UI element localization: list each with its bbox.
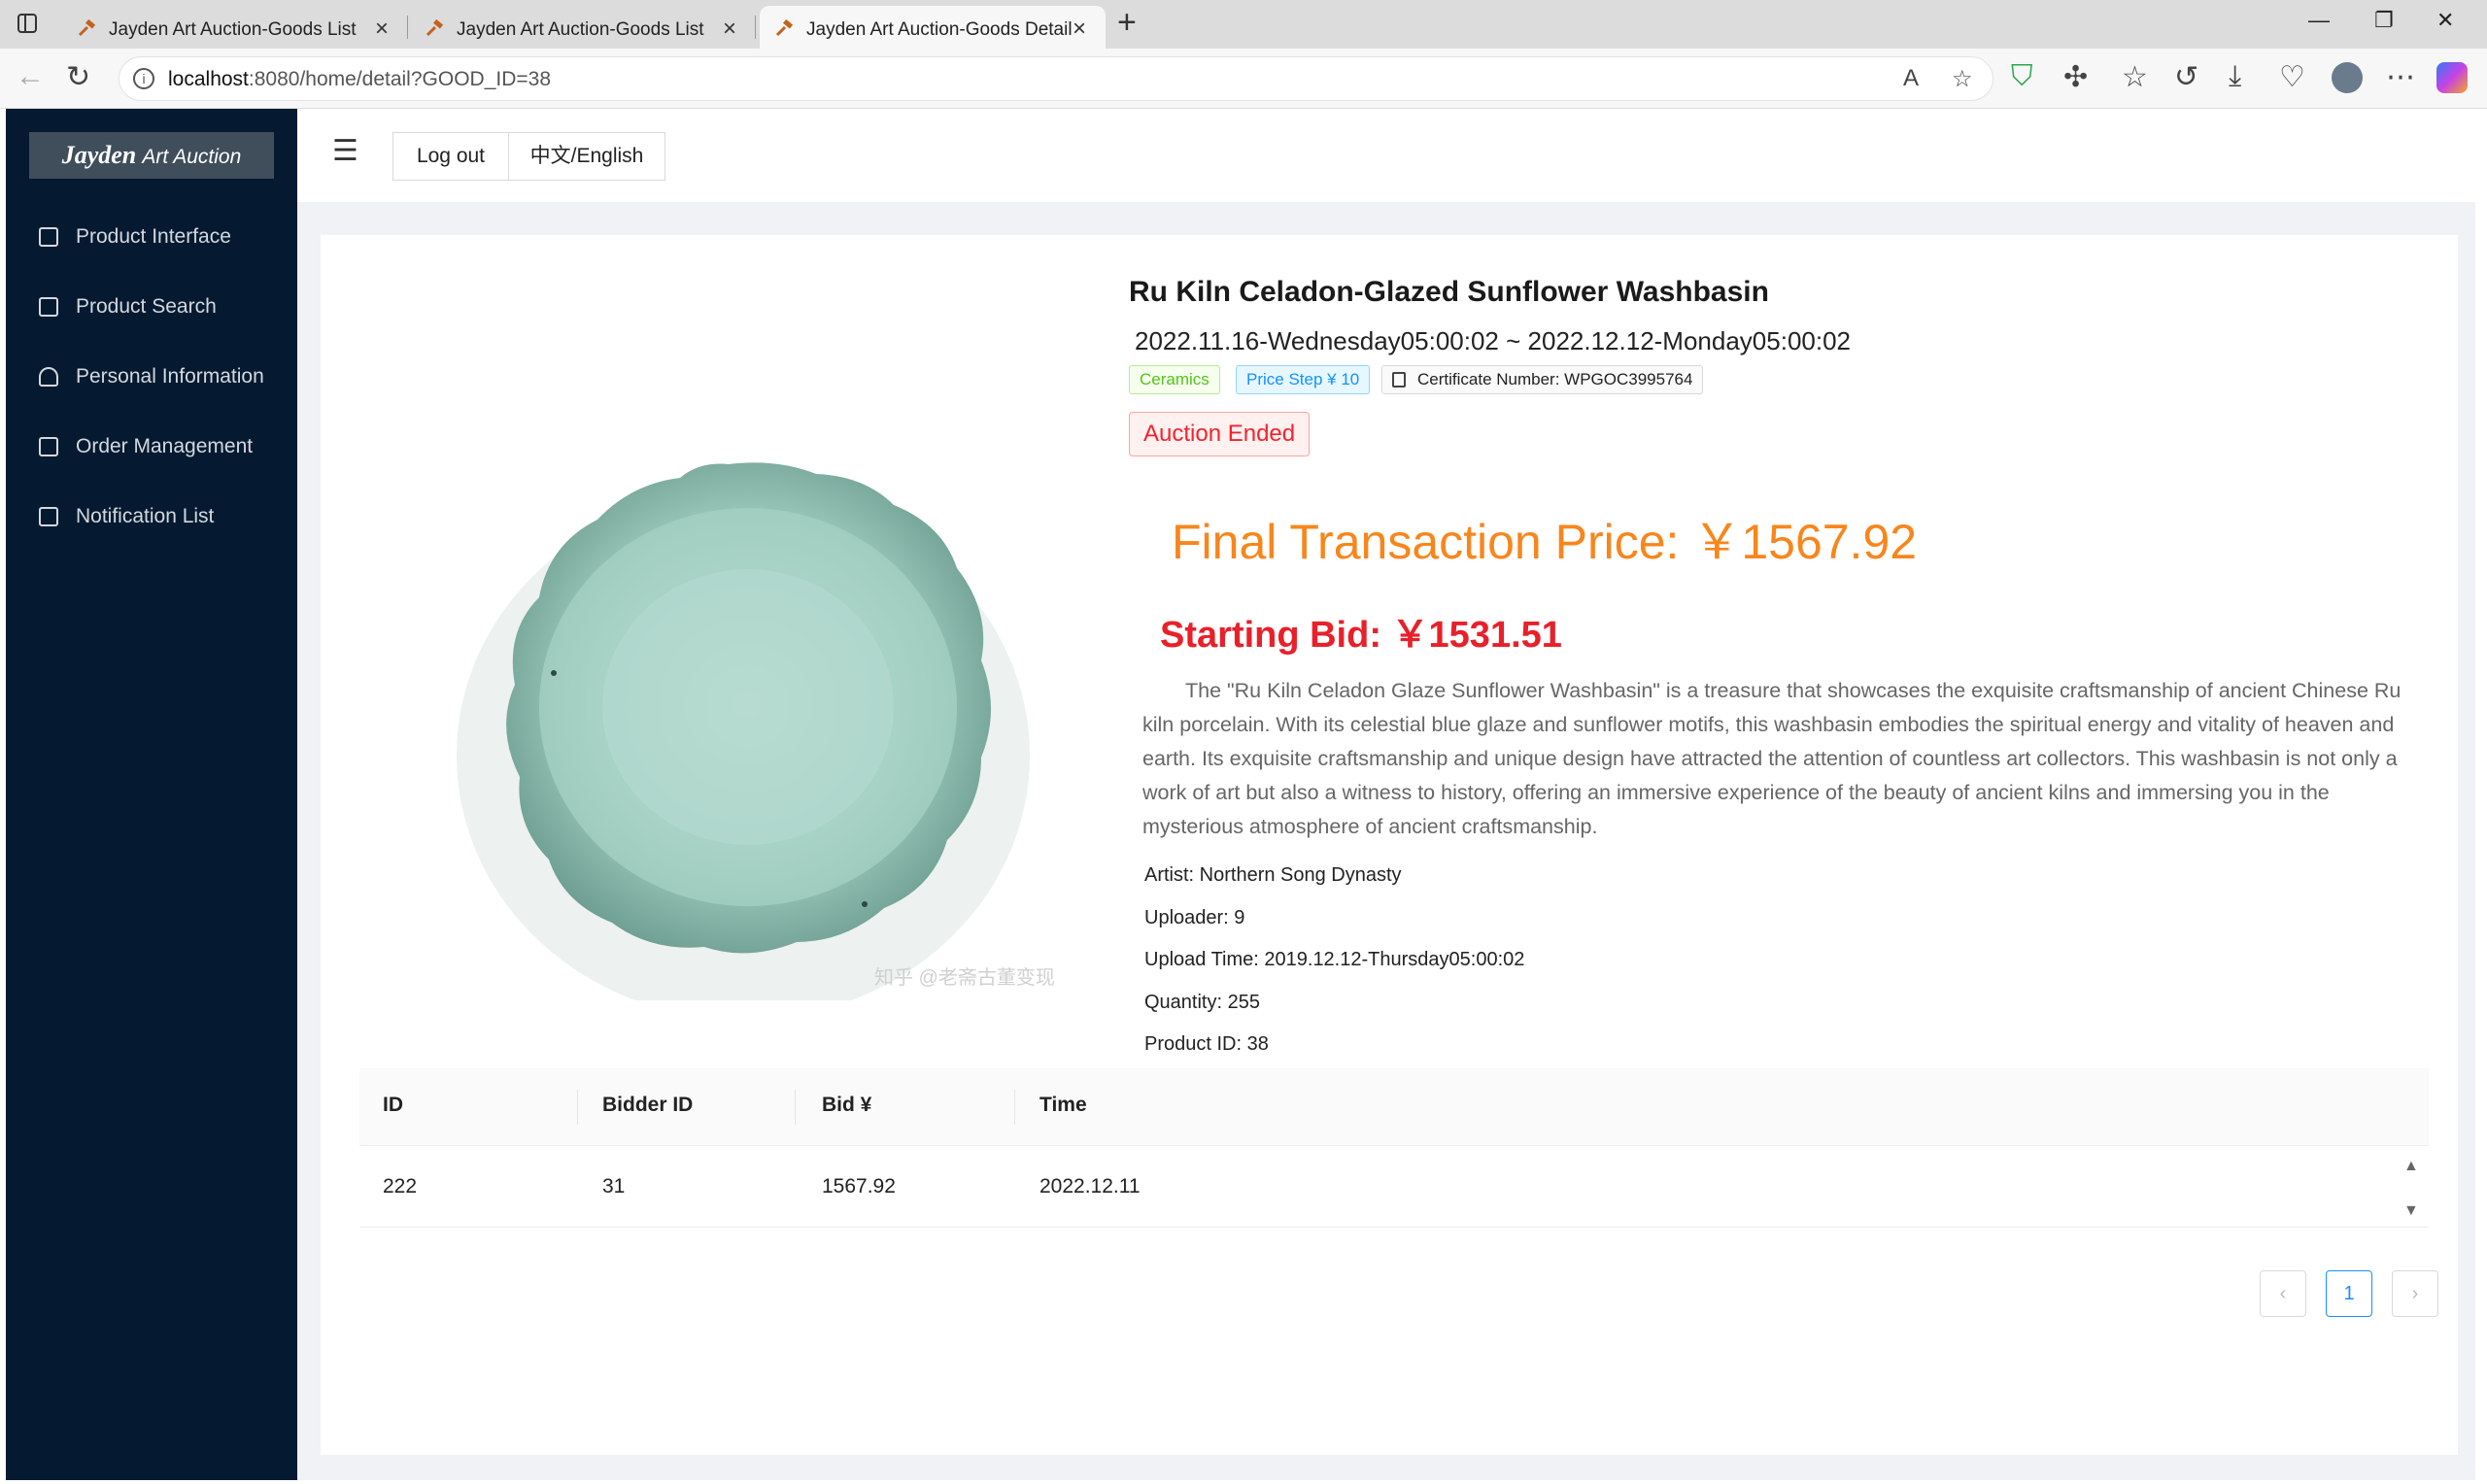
table-row[interactable]: 222 31 1567.92 2022.12.11 — [359, 1146, 2429, 1228]
browser-tab[interactable]: Jayden Art Auction-Goods List × — [410, 6, 756, 49]
final-transaction-price: Final Transaction Price: ￥1567.92 — [1172, 515, 1918, 569]
cell-bidder-id: 31 — [602, 1175, 626, 1197]
auction-status-badge: Auction Ended — [1129, 412, 1311, 456]
close-tab-icon[interactable]: × — [1073, 16, 1086, 43]
column-divider — [795, 1090, 796, 1125]
sidebar-item-label: Product Interface — [76, 225, 231, 248]
order-doc-icon — [39, 437, 58, 456]
user-icon — [39, 367, 58, 387]
notification-doc-icon — [39, 507, 58, 526]
page-1-button[interactable]: 1 — [2326, 1270, 2372, 1317]
uploader-field: Uploader: 9 — [1144, 907, 1245, 928]
app-logo[interactable]: Jayden Art Auction — [29, 132, 274, 179]
close-window-icon[interactable]: ✕ — [2436, 8, 2454, 33]
tab-title: Jayden Art Auction-Goods List — [109, 19, 357, 40]
sidebar-item-product-search[interactable]: Product Search — [6, 278, 297, 336]
product-id-field: Product ID: 38 — [1144, 1033, 1269, 1055]
image-watermark: 知乎 @老斋古董变现 — [874, 967, 1055, 989]
price-step-tag: Price Step ¥ 10 — [1236, 365, 1371, 394]
gavel-icon — [426, 19, 444, 37]
product-description: The "Ru Kiln Celadon Glaze Sunflower Was… — [1142, 679, 2402, 838]
close-tab-icon[interactable]: × — [375, 16, 389, 43]
sidebar-item-label: Product Search — [76, 295, 217, 318]
sidebar-item-label: Notification List — [76, 505, 215, 527]
profile-avatar[interactable] — [2332, 62, 2363, 93]
category-tag: Ceramics — [1129, 365, 1220, 394]
browser-tab-active[interactable]: Jayden Art Auction-Goods Detail × — [760, 6, 1106, 49]
artist-field: Artist: Northern Song Dynasty — [1144, 864, 1402, 886]
copilot-icon[interactable] — [2436, 62, 2468, 93]
shield-icon[interactable]: ⛉ — [2011, 60, 2033, 93]
sidebar: Jayden Art Auction Product Interface Pro… — [6, 109, 297, 1480]
sidebar-item-product-interface[interactable]: Product Interface — [6, 208, 297, 266]
gavel-icon — [775, 19, 794, 37]
restore-icon[interactable]: ❐ — [2374, 8, 2394, 33]
cell-time: 2022.12.11 — [1039, 1175, 1141, 1197]
minimize-icon[interactable]: — — [2308, 8, 2330, 33]
logo-brand: Jayden — [61, 141, 137, 169]
logo-text: Art Auction — [142, 146, 242, 168]
tab-title: Jayden Art Auction-Goods Detail — [806, 19, 1073, 40]
app-root: Jayden Art Auction Product Interface Pro… — [6, 109, 2475, 1480]
browser-tab-bar: Jayden Art Auction-Goods List × Jayden A… — [0, 0, 2487, 49]
scroll-down-arrow-icon[interactable]: ▼ — [2403, 1202, 2419, 1220]
table-header: ID Bidder ID Bid ¥ Time — [359, 1068, 2429, 1146]
celadon-washbasin-image — [457, 462, 1030, 1000]
next-page-button[interactable]: › — [2392, 1270, 2438, 1317]
search-doc-icon — [39, 297, 58, 317]
new-tab-icon[interactable]: + — [1117, 4, 1137, 42]
tab-title: Jayden Art Auction-Goods List — [457, 19, 704, 40]
downloads-icon[interactable]: ⤓ — [2229, 60, 2241, 93]
sidebar-item-label: Order Management — [76, 435, 254, 457]
certificate-icon — [1392, 372, 1406, 388]
product-detail-card: 知乎 @老斋古董变现 Ru Kiln Celadon-Glazed Sunflo… — [321, 235, 2458, 1455]
scroll-up-arrow-icon[interactable]: ▲ — [2403, 1158, 2419, 1175]
column-divider — [1014, 1090, 1015, 1125]
url-text: localhost:8080/home/detail?GOOD_ID=38 — [168, 68, 551, 90]
top-header: ☰ Log out 中文/English — [297, 109, 2475, 202]
browser-tab[interactable]: Jayden Art Auction-Goods List × — [62, 6, 408, 49]
prev-page-button[interactable]: ‹ — [2260, 1270, 2306, 1317]
cell-id: 222 — [383, 1175, 418, 1197]
product-image: 知乎 @老斋古董变现 — [359, 320, 1098, 1000]
sidebar-item-label: Personal Information — [76, 365, 264, 388]
shopping-bag-icon — [39, 227, 58, 247]
cell-bid: 1567.92 — [822, 1175, 896, 1197]
extensions-icon[interactable]: ✣ — [2063, 60, 2088, 94]
language-toggle-button[interactable]: 中文/English — [508, 132, 665, 181]
sidebar-item-order-management[interactable]: Order Management — [6, 418, 297, 476]
more-menu-icon[interactable]: ⋯ — [2386, 60, 2415, 94]
url-field[interactable]: i localhost:8080/home/detail?GOOD_ID=38 … — [119, 56, 1993, 101]
close-tab-icon[interactable]: × — [723, 16, 736, 43]
column-header-bidder-id: Bidder ID — [602, 1094, 694, 1116]
auction-date-range: 2022.11.16-Wednesday05:00:02 ~ 2022.12.1… — [1135, 326, 1852, 355]
certificate-tag: Certificate Number: WPGOC3995764 — [1381, 365, 1704, 394]
logout-button[interactable]: Log out — [392, 132, 509, 181]
sidebar-item-notification-list[interactable]: Notification List — [6, 488, 297, 546]
site-info-icon[interactable]: i — [133, 68, 154, 89]
starting-bid: Starting Bid: ￥1531.51 — [1160, 615, 1562, 656]
gavel-icon — [78, 19, 96, 37]
sidebar-item-personal-information[interactable]: Personal Information — [6, 348, 297, 406]
column-divider — [577, 1090, 578, 1125]
favorite-star-icon[interactable]: ☆ — [1952, 65, 1973, 93]
quantity-field: Quantity: 255 — [1144, 992, 1260, 1013]
performance-icon[interactable]: ♡ — [2279, 60, 2305, 94]
history-icon[interactable]: ↺ — [2174, 60, 2198, 94]
certificate-text: Certificate Number: WPGOC3995764 — [1417, 370, 1693, 388]
read-aloud-icon[interactable]: A — [1903, 65, 1919, 92]
upload-time-field: Upload Time: 2019.12.12-Thursday05:00:02 — [1144, 949, 1525, 970]
reload-icon[interactable]: ↻ — [66, 60, 90, 94]
menu-fold-icon[interactable]: ☰ — [332, 134, 358, 168]
column-header-bid: Bid ¥ — [822, 1094, 872, 1116]
product-title: Ru Kiln Celadon-Glazed Sunflower Washbas… — [1129, 276, 1769, 308]
favorites-icon[interactable]: ☆ — [2122, 60, 2148, 94]
browser-address-bar: ← ↻ i localhost:8080/home/detail?GOOD_ID… — [0, 49, 2487, 109]
tab-actions-icon[interactable] — [17, 14, 37, 33]
column-header-time: Time — [1039, 1094, 1087, 1116]
column-header-id: ID — [383, 1094, 403, 1116]
back-icon[interactable]: ← — [16, 60, 45, 93]
